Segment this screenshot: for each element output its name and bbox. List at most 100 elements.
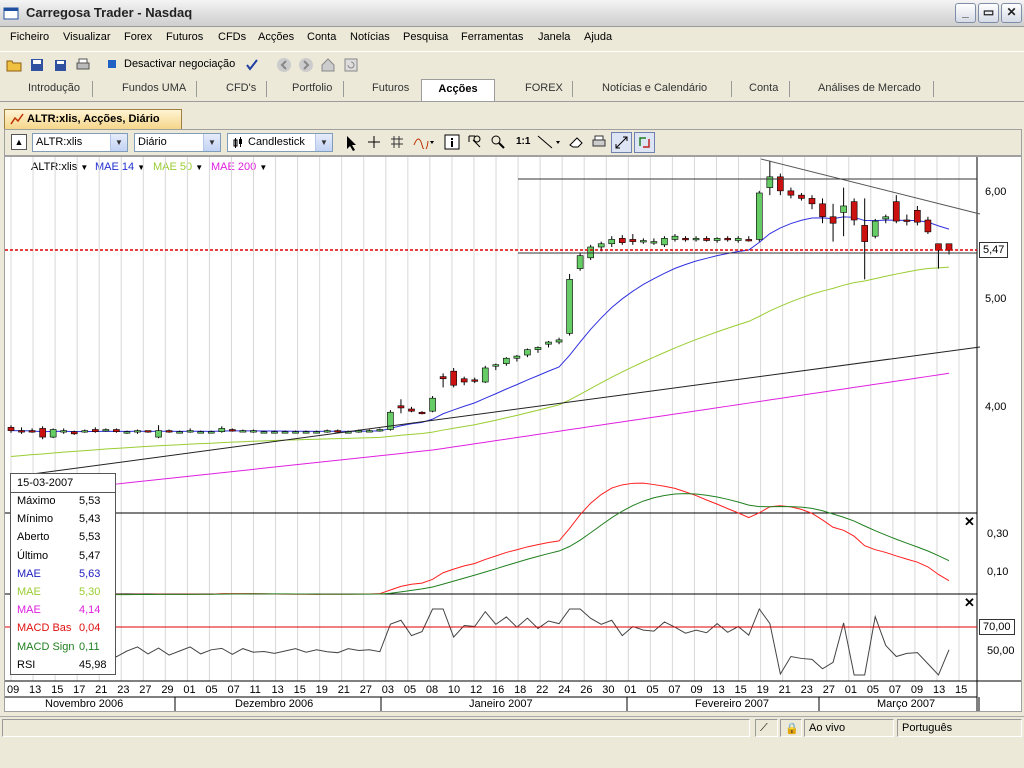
minimize-button[interactable]: _ <box>955 3 976 23</box>
info-row-value: 0,04 <box>79 622 101 635</box>
menu-noticias[interactable]: Notícias <box>350 31 390 43</box>
print-icon[interactable] <box>75 57 91 73</box>
close-rsi-icon[interactable]: ✕ <box>964 595 975 611</box>
candle-body <box>819 203 826 218</box>
x-axis-month-label: Janeiro 2007 <box>469 698 533 710</box>
language-status[interactable]: Português <box>897 719 1022 737</box>
save-all-icon[interactable] <box>52 57 68 73</box>
eraser-icon[interactable] <box>568 134 584 150</box>
menu-janela[interactable]: Janela <box>538 31 570 43</box>
menu-conta[interactable]: Conta <box>307 31 336 43</box>
x-axis-day-label: 19 <box>315 684 328 696</box>
info-row-value: 0,11 <box>79 640 100 653</box>
menu-ficheiro[interactable]: Ficheiro <box>10 31 49 43</box>
candle-body <box>207 431 215 434</box>
close-macd-icon[interactable]: ✕ <box>964 514 975 530</box>
candle-body <box>618 238 626 243</box>
tab-introducao[interactable]: Introdução <box>28 82 80 94</box>
x-axis-day-label: 19 <box>756 684 769 696</box>
menu-ferramentas[interactable]: Ferramentas <box>461 31 523 43</box>
price-axis-label: 6,00 <box>985 186 1007 198</box>
menu-forex[interactable]: Forex <box>124 31 152 43</box>
maximize-button[interactable]: ▭ <box>978 3 999 23</box>
autoscale-icon <box>615 136 628 149</box>
info-row-label: Aberto <box>17 531 50 544</box>
period-select[interactable]: Diário ▼ <box>134 133 221 152</box>
candle-body <box>492 364 500 367</box>
tab-noticias-calendario[interactable]: Notícias e Calendário <box>602 82 707 94</box>
tab-futuros[interactable]: Futuros <box>372 82 409 94</box>
indicators-icon[interactable] <box>413 135 435 149</box>
candle-body <box>734 238 742 241</box>
candle-body <box>481 367 489 383</box>
price-chart-svg[interactable] <box>5 157 1021 711</box>
forward-icon[interactable] <box>298 57 314 73</box>
chart-area[interactable]: ALTR:xlis ▼ MAE 14 ▼ MAE 50 ▼ MAE 200 ▼ … <box>4 156 1022 712</box>
tab-cfds[interactable]: CFD's <box>226 82 256 94</box>
open-folder-icon[interactable] <box>6 57 22 73</box>
candle-body <box>661 238 668 246</box>
x-axis-day-label: 23 <box>117 684 130 696</box>
chart-document-tab[interactable]: ALTR:xlis, Acções, Diário <box>4 109 182 129</box>
candle-body <box>703 238 710 241</box>
tab-conta[interactable]: Conta <box>749 82 778 94</box>
deactivate-trading-label[interactable]: Desactivar negociação <box>124 58 235 70</box>
line-tool-icon[interactable] <box>537 135 563 149</box>
candle-body <box>39 428 46 438</box>
menu-cfds[interactable]: CFDs <box>218 31 246 43</box>
back-icon[interactable] <box>276 57 292 73</box>
pointer-icon[interactable] <box>345 135 359 151</box>
chart-icon <box>10 113 24 125</box>
candle-body <box>18 430 25 433</box>
tab-accoes[interactable]: Acções <box>421 79 495 101</box>
info-row-label: Último <box>17 549 49 562</box>
grid-icon[interactable] <box>390 135 404 149</box>
info-row-value: 5,30 <box>79 586 101 598</box>
candle-body <box>692 238 700 241</box>
x-axis-day-label: 24 <box>558 684 571 696</box>
tab-fundos-uma[interactable]: Fundos UMA <box>122 82 186 94</box>
info-row: MAE 5,30 <box>17 586 109 598</box>
candle-body <box>597 243 605 248</box>
data-info-panel: 15-03-2007 Máximo 5,53 Mínimo 5,43 Aberto 5,5… <box>10 473 116 675</box>
crosshair-icon[interactable] <box>367 135 381 149</box>
tab-analises-mercado[interactable]: Análises de Mercado <box>818 82 921 94</box>
candle-body <box>513 355 521 359</box>
info-row-label: Máximo <box>17 495 56 507</box>
x-axis-day-label: 05 <box>403 684 417 696</box>
tab-forex[interactable]: FOREX <box>525 82 563 94</box>
zoom-area-icon[interactable] <box>467 134 483 150</box>
candle-body <box>924 219 932 233</box>
candle-body <box>155 430 162 438</box>
home-icon[interactable] <box>320 57 336 73</box>
zoom-icon[interactable] <box>490 134 506 150</box>
info-icon[interactable] <box>444 134 460 150</box>
menu-accoes[interactable]: Acções <box>258 31 294 43</box>
menu-ajuda[interactable]: Ajuda <box>584 31 612 43</box>
menu-futuros[interactable]: Futuros <box>166 31 203 43</box>
price-axis-label: 5,00 <box>985 293 1007 305</box>
close-button[interactable]: ✕ <box>1001 3 1022 23</box>
chart-type-select[interactable]: Candlestick ▼ <box>227 133 333 152</box>
info-row: MACD Sign 0,11 <box>17 641 109 653</box>
menu-visualizar[interactable]: Visualizar <box>63 31 111 43</box>
refresh-chart-button[interactable] <box>634 132 655 153</box>
x-axis-day-label: 07 <box>888 684 902 696</box>
check-icon[interactable] <box>244 57 260 73</box>
print-chart-icon[interactable] <box>591 134 607 150</box>
info-row-label: MAE <box>17 567 41 580</box>
symbol-select[interactable]: ALTR:xlis ▼ <box>32 133 128 152</box>
x-axis-day-label: 13 <box>712 684 725 696</box>
candle-body <box>755 192 763 240</box>
candle-body <box>250 430 257 433</box>
menu-pesquisa[interactable]: Pesquisa <box>403 31 448 43</box>
candle-body <box>545 341 552 345</box>
collapse-arrow-icon[interactable]: ▲ <box>11 134 27 150</box>
macd-signal-line <box>10 493 950 596</box>
x-axis-month-label: Dezembro 2006 <box>235 698 314 710</box>
refresh-icon[interactable] <box>343 57 359 73</box>
autoscale-button[interactable] <box>611 132 632 153</box>
ratio-label[interactable]: 1:1 <box>516 136 530 147</box>
save-icon[interactable] <box>29 57 45 73</box>
tab-portfolio[interactable]: Portfolio <box>292 82 332 94</box>
